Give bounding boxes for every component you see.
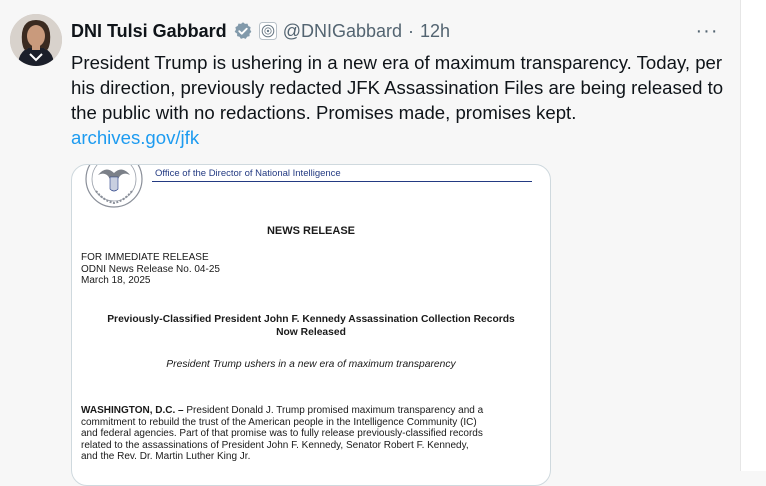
dateline: WASHINGTON, D.C. – bbox=[81, 405, 184, 416]
body-line: President Donald J. Trump promised maxim… bbox=[183, 405, 484, 416]
verified-badge-icon[interactable] bbox=[233, 21, 253, 41]
separator-dot: · bbox=[408, 20, 415, 41]
attached-image[interactable]: Office of the Director of National Intel… bbox=[71, 164, 551, 486]
body-line: commitment to rebuild the trust of the A… bbox=[81, 416, 477, 428]
sidebar-edge bbox=[740, 0, 766, 471]
release-subhead: President Trump ushers in a new era of m… bbox=[166, 359, 456, 370]
release-body: WASHINGTON, D.C. – President Donald J. T… bbox=[81, 405, 541, 463]
body-line: related to the assassinations of Preside… bbox=[81, 439, 469, 451]
more-options-icon[interactable]: ··· bbox=[693, 18, 721, 44]
release-info: FOR IMMEDIATE RELEASE ODNI News Release … bbox=[81, 252, 220, 287]
avatar[interactable] bbox=[10, 14, 62, 66]
headline-line: Previously-Classified President John F. … bbox=[107, 314, 515, 325]
news-release-title: NEWS RELEASE bbox=[266, 225, 355, 237]
tweet-text: President Trump is ushering in a new era… bbox=[71, 52, 724, 123]
tweet-header: DNI Tulsi Gabbard @DNIGabbard · 12h bbox=[71, 18, 450, 44]
body-line: and the Rev. Dr. Martin Luther King Jr. bbox=[81, 451, 251, 462]
office-divider bbox=[152, 181, 532, 182]
author-name[interactable]: DNI Tulsi Gabbard bbox=[71, 21, 227, 42]
odni-seal-icon bbox=[85, 165, 143, 208]
release-line: March 18, 2025 bbox=[81, 275, 151, 286]
tweet-link[interactable]: archives.gov/jfk bbox=[71, 125, 199, 150]
release-line: FOR IMMEDIATE RELEASE bbox=[81, 252, 209, 263]
headline-line: Now Released bbox=[276, 327, 346, 338]
body-line: and federal agencies. Part of that promi… bbox=[81, 428, 483, 439]
author-handle[interactable]: @DNIGabbard bbox=[283, 21, 402, 42]
affiliation-seal-icon[interactable] bbox=[258, 22, 277, 40]
tweet: DNI Tulsi Gabbard @DNIGabbard · 12h ··· … bbox=[0, 0, 740, 486]
avatar-image bbox=[10, 14, 62, 66]
release-line: ODNI News Release No. 04-25 bbox=[81, 263, 220, 275]
release-headline: Previously-Classified President John F. … bbox=[72, 313, 550, 339]
tweet-timestamp[interactable]: 12h bbox=[420, 21, 450, 42]
office-heading: Office of the Director of National Intel… bbox=[155, 168, 341, 179]
